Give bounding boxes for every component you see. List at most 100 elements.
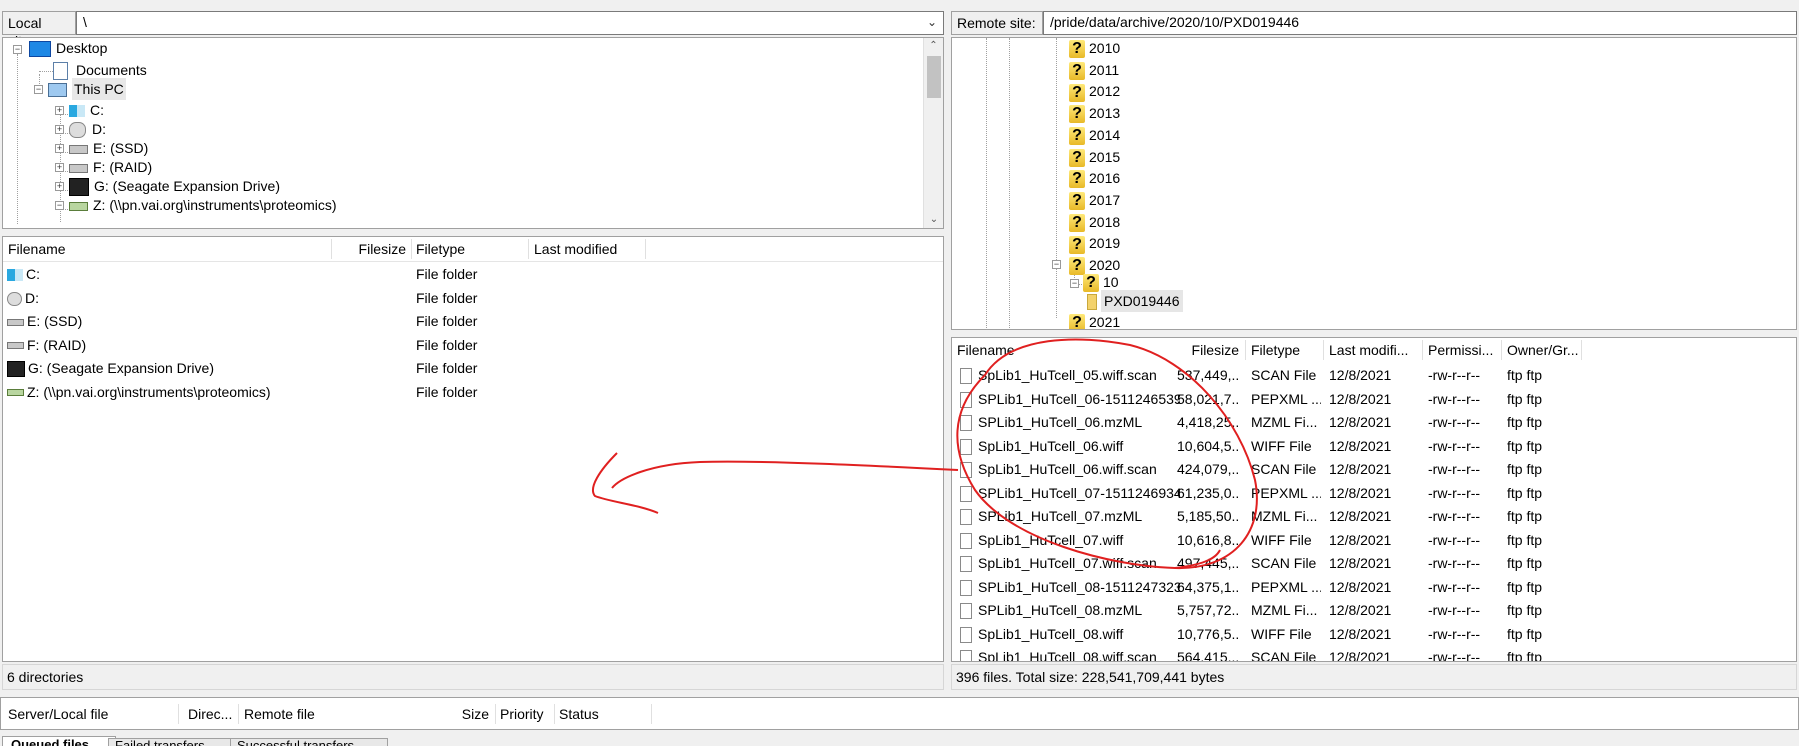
queue-col-priority[interactable]: Priority <box>500 703 555 725</box>
remote-tree-item-year[interactable]: ? 2015 <box>1069 146 1120 168</box>
table-row[interactable]: D: File folder <box>3 287 943 310</box>
queue-col-size[interactable]: Size <box>431 703 489 725</box>
desktop-icon <box>29 41 51 58</box>
expand-d-toggle[interactable]: + <box>55 125 64 134</box>
tab-successful-transfers[interactable]: Successful transfers <box>230 738 388 746</box>
table-row[interactable]: SPLib1_HuTcell_07.mzML 5,185,50... MZML Fi… <box>952 505 1796 528</box>
remote-col-filename[interactable]: Filename <box>957 339 1157 361</box>
cd-drive-icon <box>69 122 86 139</box>
remote-tree-item-year[interactable]: ? 2014 <box>1069 124 1120 146</box>
remote-tree-item-year[interactable]: ? 2012 <box>1069 80 1120 102</box>
scroll-up-icon[interactable]: ⌃ <box>924 38 943 54</box>
remote-row-filesize: 564,415,... <box>1177 649 1239 662</box>
remote-tree-item-year[interactable]: ? 2016 <box>1069 167 1120 189</box>
remote-row-permissions: -rw-r--r-- <box>1428 625 1481 642</box>
table-row[interactable]: Z: (\\pn.vai.org\instruments\proteomics)… <box>3 381 943 404</box>
remote-tree-item-partial-year[interactable]: ? 2021 <box>1069 311 1120 329</box>
remote-row-modified: 12/8/2021 <box>1329 531 1392 548</box>
table-row[interactable]: SPLib1_HuTcell_06.mzML 4,418,25... MZML Fi… <box>952 411 1796 434</box>
table-row[interactable]: G: (Seagate Expansion Drive) File folder <box>3 357 943 380</box>
remote-tree-item-year[interactable]: ? 2011 <box>1069 59 1119 81</box>
local-col-last-modified[interactable]: Last modified <box>534 238 644 260</box>
table-row[interactable]: C: File folder <box>3 263 943 286</box>
transfer-queue: Server/Local file Direc... Remote file S… <box>0 697 1799 730</box>
local-row-filename: F: (RAID) <box>27 336 87 353</box>
remote-row-filetype: PEPXML ... <box>1251 484 1321 501</box>
queue-col-server-local[interactable]: Server/Local file <box>8 703 178 725</box>
remote-tree-item-year[interactable]: ? 2010 <box>1069 38 1120 59</box>
table-row[interactable]: SpLib1_HuTcell_06.wiff.scan 424,079,... SC… <box>952 458 1796 481</box>
file-icon <box>960 603 972 620</box>
tab-queued-files[interactable]: Queued files <box>2 736 116 746</box>
queue-col-status[interactable]: Status <box>559 703 639 725</box>
local-row-filetype: File folder <box>416 266 478 282</box>
remote-col-permissions[interactable]: Permissi... <box>1428 339 1498 361</box>
collapse-desktop-toggle[interactable]: − <box>13 45 22 54</box>
table-row[interactable]: SPLib1_HuTcell_08.mzML 5,757,72... MZML Fi… <box>952 599 1796 622</box>
queue-col-direction[interactable]: Direc... <box>188 703 238 725</box>
table-row[interactable]: SPLib1_HuTcell_08-1511247323.pe...64,375… <box>952 576 1796 599</box>
chevron-down-icon[interactable]: ⌄ <box>927 12 937 32</box>
expand-c-toggle[interactable]: + <box>55 106 64 115</box>
remote-row-filename: SpLib1_HuTcell_08.wiff.scan <box>978 649 1157 662</box>
expand-g-toggle[interactable]: + <box>55 182 64 191</box>
local-col-filesize[interactable]: Filesize <box>333 238 406 260</box>
collapse-2020-toggle[interactable]: − <box>1052 260 1061 269</box>
local-row-filename: D: <box>25 289 39 306</box>
remote-row-permissions: -rw-r--r-- <box>1428 390 1481 407</box>
remote-row-modified: 12/8/2021 <box>1329 390 1392 407</box>
unknown-folder-icon: ? <box>1069 235 1085 254</box>
remote-tree-item-year[interactable]: ? 2017 <box>1069 189 1120 211</box>
remote-tree-item-year[interactable]: ? 2019 <box>1069 232 1120 254</box>
expand-e-toggle[interactable]: + <box>55 144 64 153</box>
local-tree-item-this-pc[interactable]: This PC <box>48 78 126 100</box>
remote-row-filesize: 58,021,7... <box>1177 390 1239 407</box>
remote-col-filesize[interactable]: Filesize <box>1177 339 1239 361</box>
remote-row-filetype: SCAN File <box>1251 555 1317 571</box>
remote-tree-item-dataset[interactable]: PXD019446 <box>1087 290 1183 312</box>
remote-row-permissions: -rw-r--r-- <box>1428 461 1481 477</box>
local-row-filename: E: (SSD) <box>27 313 83 329</box>
remote-col-owner[interactable]: Owner/Gr... <box>1507 339 1587 361</box>
scrollbar-thumb[interactable] <box>927 56 941 98</box>
table-row[interactable]: SPLib1_HuTcell_07-1511246934.pe...61,235… <box>952 482 1796 505</box>
table-row[interactable]: SpLib1_HuTcell_08.wiff.scan 564,415,... SC… <box>952 646 1796 662</box>
collapse-z-toggle[interactable]: − <box>55 201 64 210</box>
scroll-down-icon[interactable]: ⌄ <box>924 212 943 228</box>
remote-row-permissions: -rw-r--r-- <box>1428 578 1481 595</box>
table-row[interactable]: SpLib1_HuTcell_07.wiff.scan 497,445,... SC… <box>952 552 1796 575</box>
table-row[interactable]: E: (SSD) File folder <box>3 310 943 333</box>
table-row[interactable]: F: (RAID) File folder <box>3 334 943 357</box>
local-site-input[interactable]: \ ⌄ <box>76 11 944 35</box>
local-tree-scrollbar[interactable]: ⌃ ⌄ <box>923 38 943 228</box>
remote-row-modified: 12/8/2021 <box>1329 508 1392 524</box>
file-icon <box>960 579 972 596</box>
table-row[interactable]: SpLib1_HuTcell_07.wiff 10,616,8... WIFF Fi… <box>952 529 1796 552</box>
collapse-thispc-toggle[interactable]: − <box>34 85 43 94</box>
remote-row-permissions: -rw-r--r-- <box>1428 437 1481 454</box>
table-row[interactable]: SpLib1_HuTcell_05.wiff.scan 537,449,... SC… <box>952 364 1796 387</box>
remote-tree-item-year[interactable]: ? 2013 <box>1069 102 1120 124</box>
collapse-10-toggle[interactable]: − <box>1070 279 1079 288</box>
local-tree-item-z[interactable]: Z: (\\pn.vai.org\instruments\proteomics) <box>69 194 337 216</box>
remote-row-filesize: 5,185,50... <box>1177 508 1239 524</box>
remote-row-permissions: -rw-r--r-- <box>1428 367 1481 383</box>
remote-site-input[interactable]: /pride/data/archive/2020/10/PXD019446 <box>1043 11 1797 35</box>
queue-col-remote-file[interactable]: Remote file <box>244 703 394 725</box>
remote-row-permissions: -rw-r--r-- <box>1428 602 1481 618</box>
table-row[interactable]: SpLib1_HuTcell_06.wiff 10,604,5... WIFF Fi… <box>952 435 1796 458</box>
local-col-filetype[interactable]: Filetype <box>416 238 516 260</box>
expand-f-toggle[interactable]: + <box>55 163 64 172</box>
remote-row-filename: SpLib1_HuTcell_07.wiff.scan <box>978 555 1157 571</box>
remote-tree-item-year[interactable]: ? 2018 <box>1069 211 1120 233</box>
table-row[interactable]: SPLib1_HuTcell_06-1511246539.pe...58,021… <box>952 388 1796 411</box>
remote-row-modified: 12/8/2021 <box>1329 602 1392 618</box>
remote-row-filetype: PEPXML ... <box>1251 390 1321 407</box>
tab-failed-transfers[interactable]: Failed transfers <box>108 738 236 746</box>
remote-col-last-modified[interactable]: Last modifi... <box>1329 339 1419 361</box>
local-tree-item-desktop[interactable]: Desktop <box>29 38 107 59</box>
remote-col-filetype[interactable]: Filetype <box>1251 339 1321 361</box>
network-drive-icon <box>69 201 88 211</box>
table-row[interactable]: SpLib1_HuTcell_08.wiff 10,776,5... WIFF Fi… <box>952 623 1796 646</box>
local-status-bar: 6 directories <box>2 664 944 690</box>
